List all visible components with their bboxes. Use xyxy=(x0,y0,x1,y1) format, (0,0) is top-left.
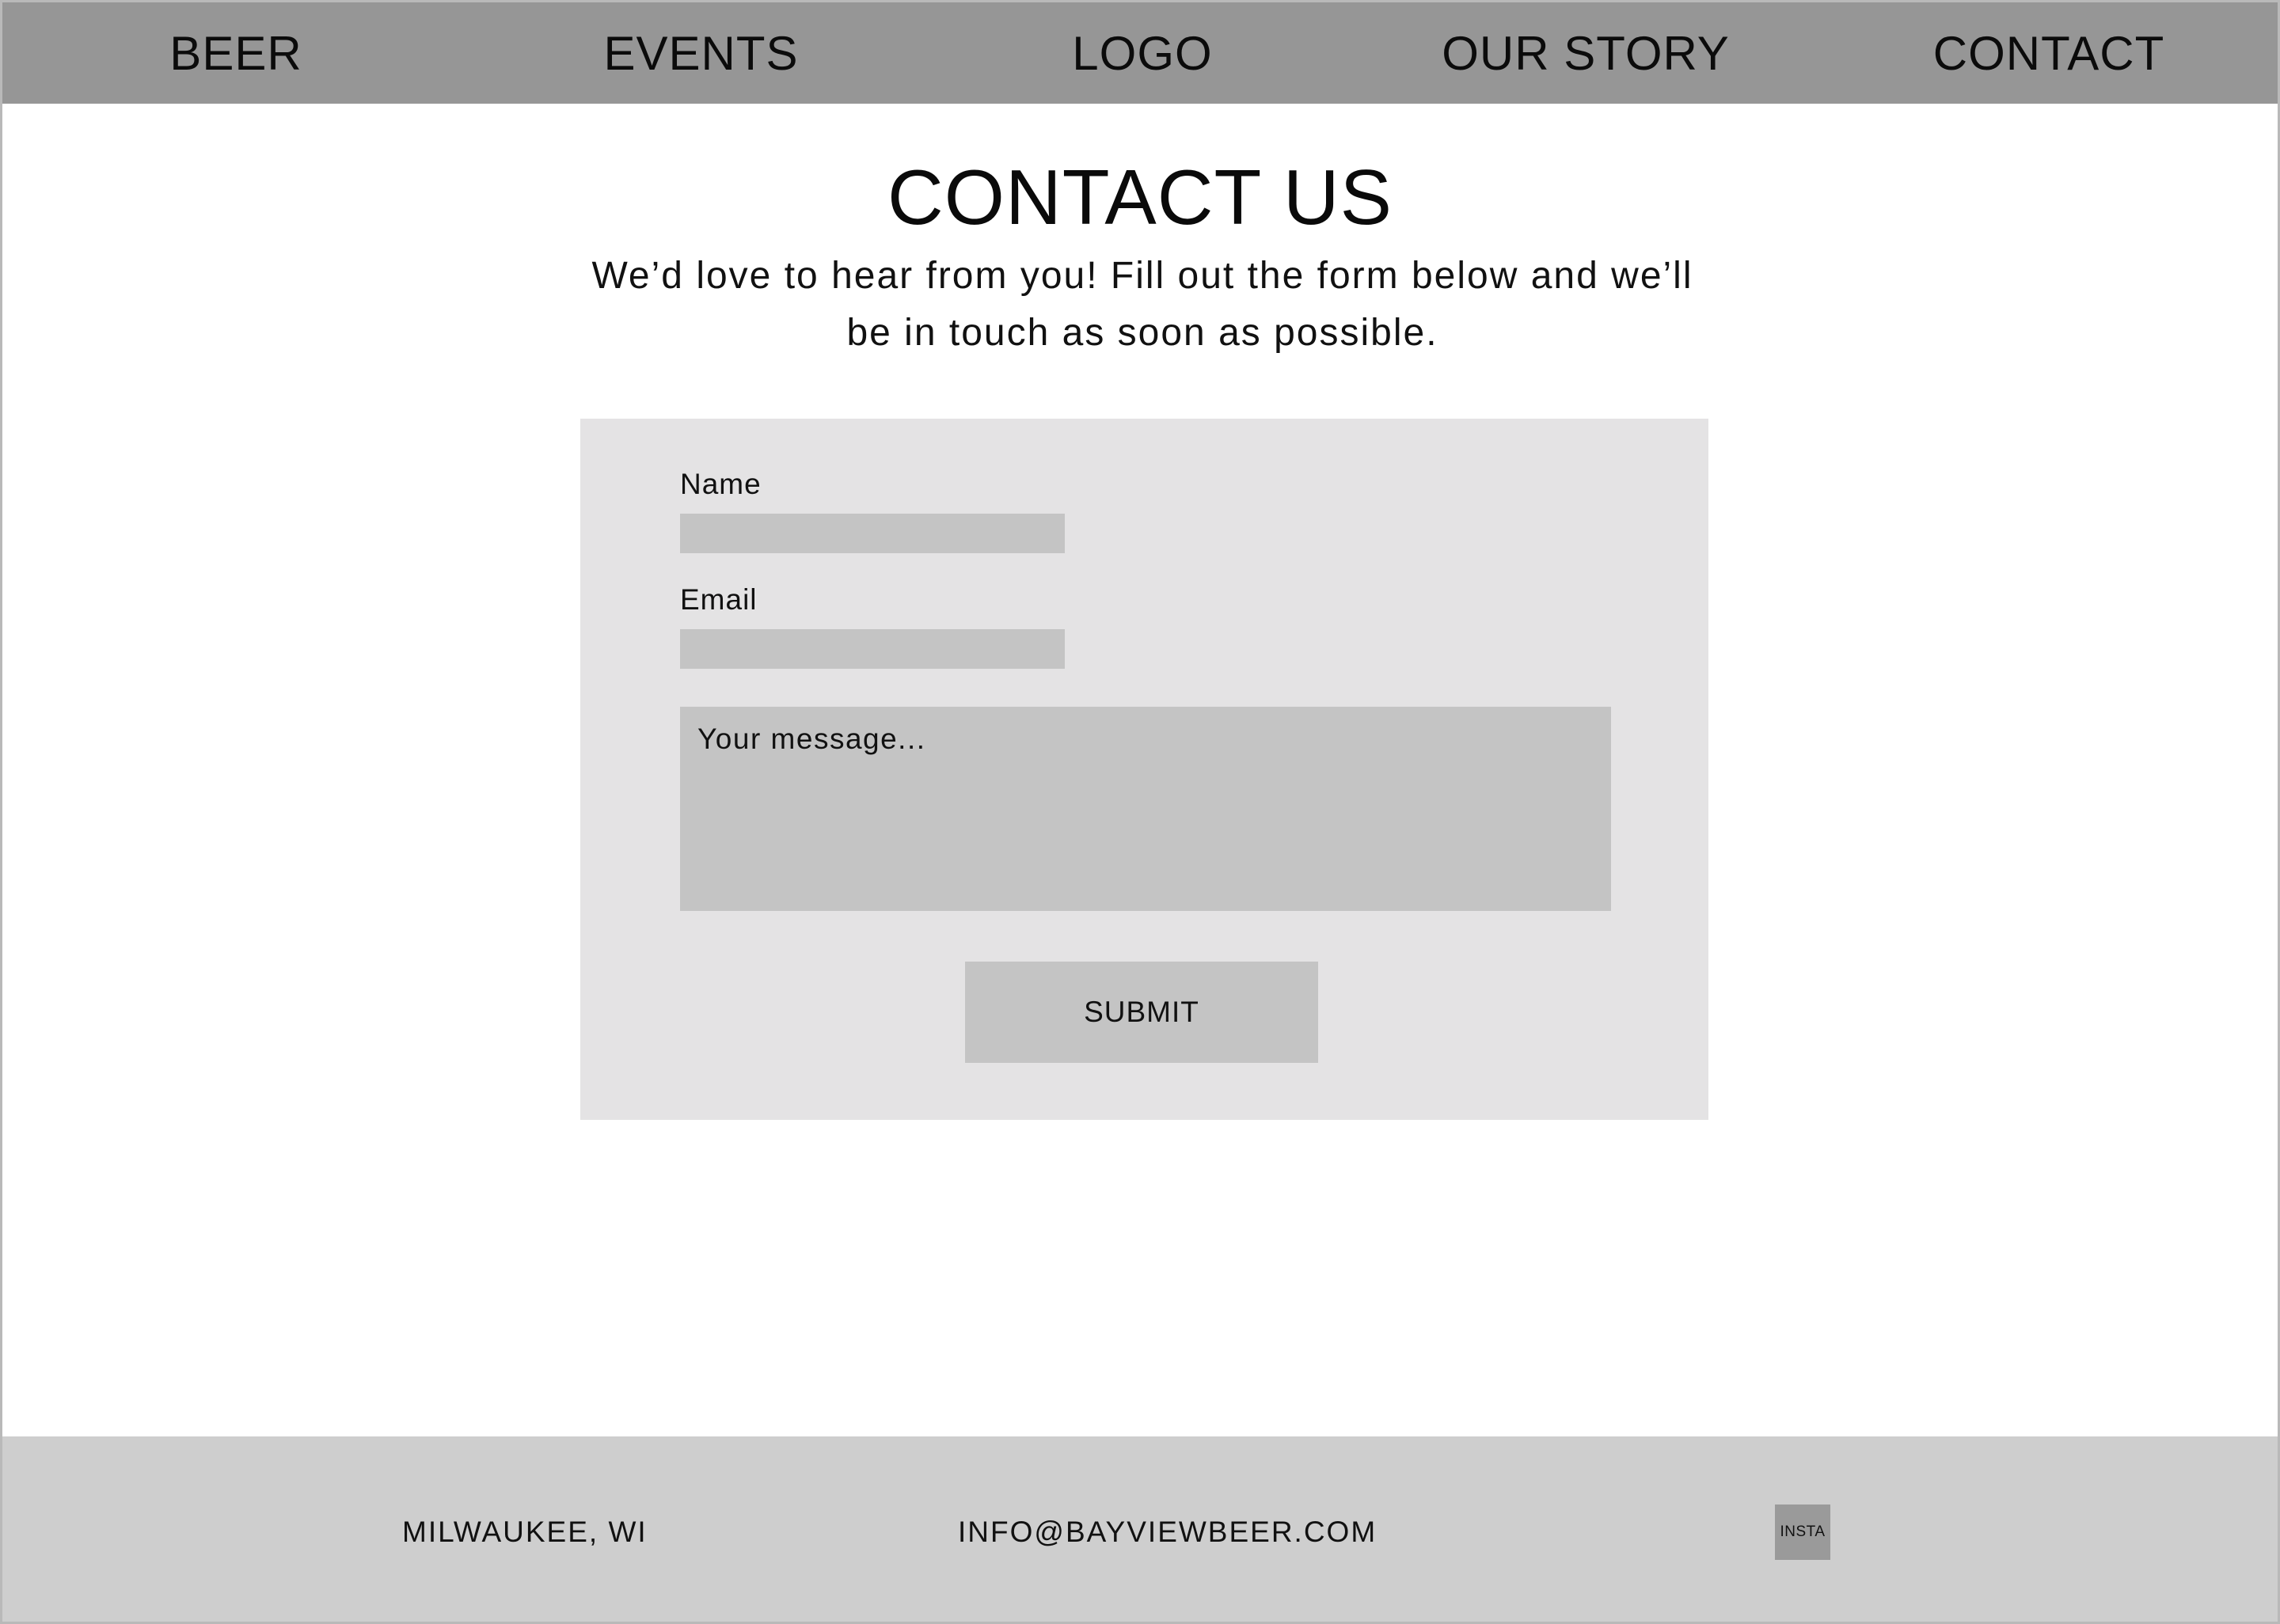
footer: MILWAUKEE, WI INFO@BAYVIEWBEER.COM INSTA xyxy=(2,1436,2278,1622)
nav-item-contact[interactable]: CONTACT xyxy=(1918,2,2179,104)
intro-line-1: We’d love to hear from you! Fill out the… xyxy=(591,255,1693,297)
message-field[interactable] xyxy=(680,707,1611,911)
nav-item-beer[interactable]: BEER xyxy=(161,2,311,104)
intro-line-2: be in touch as soon as possible. xyxy=(846,312,1438,354)
name-label: Name xyxy=(680,468,762,500)
page-frame: BEER EVENTS LOGO OUR STORY CONTACT CONTA… xyxy=(0,0,2280,1624)
nav-item-events[interactable]: EVENTS xyxy=(596,2,806,104)
footer-location: MILWAUKEE, WI xyxy=(402,1516,648,1548)
email-field[interactable] xyxy=(680,629,1065,669)
footer-email-link[interactable]: INFO@BAYVIEWBEER.COM xyxy=(958,1516,1377,1549)
intro-text: We’d love to hear from you! Fill out the… xyxy=(557,248,1728,362)
nav-item-our-story[interactable]: OUR STORY xyxy=(1442,2,1729,104)
email-label: Email xyxy=(680,583,758,616)
top-navigation: BEER EVENTS LOGO OUR STORY CONTACT xyxy=(2,2,2278,104)
page-title: CONTACT US xyxy=(887,154,1393,241)
submit-button[interactable]: SUBMIT xyxy=(965,962,1318,1063)
instagram-icon[interactable]: INSTA xyxy=(1775,1504,1830,1560)
nav-logo[interactable]: LOGO xyxy=(1063,2,1222,104)
name-field[interactable] xyxy=(680,514,1065,553)
contact-form: Name Email SUBMIT xyxy=(580,419,1708,1120)
